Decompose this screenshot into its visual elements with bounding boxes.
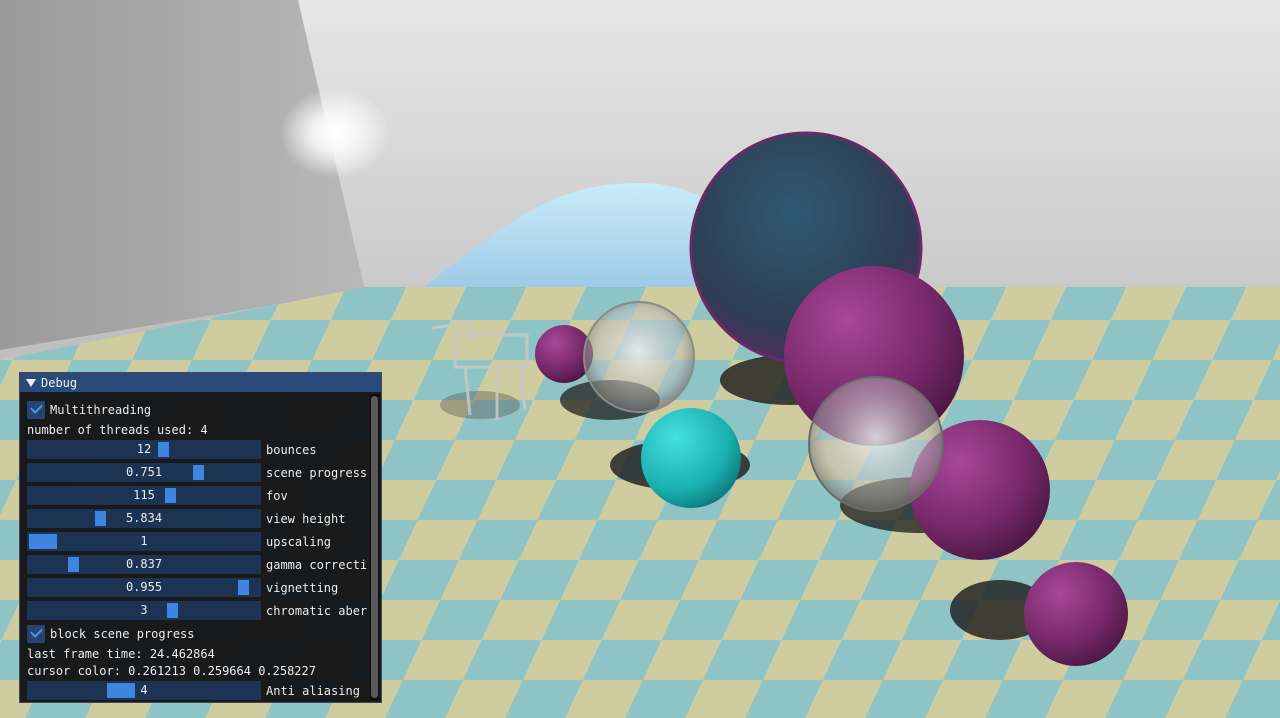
slider-value: 4 [140,683,148,697]
slider-row[interactable]: 0.751 scene progress [27,461,369,484]
anti-aliasing-row[interactable]: 4 Anti aliasing [27,679,369,702]
multithreading-checkbox-row[interactable]: Multithreading [27,398,369,421]
multithreading-label: Multithreading [50,402,152,417]
scrollbar-thumb[interactable] [371,396,378,698]
slider-7[interactable]: 3 [27,601,261,620]
slider-label: view height [266,511,346,526]
slider-row[interactable]: 0.837 gamma correcti [27,553,369,576]
slider-value: 5.834 [125,511,163,525]
slider-label: fov [266,488,288,503]
cursor-color-text: cursor color: 0.261213 0.259664 0.258227 [27,663,316,678]
slider-label: scene progress [266,465,368,480]
slider-row[interactable]: 5.834 view height [27,507,369,530]
block-scene-progress-label: block scene progress [50,626,195,641]
slider-row[interactable]: 1 upscaling [27,530,369,553]
slider-label: vignetting [266,580,339,595]
slider-4[interactable]: 1 [27,532,261,551]
glass-sphere-front [808,376,944,512]
glass-sphere-back [583,301,695,413]
slider-5[interactable]: 0.837 [27,555,261,574]
block-scene-progress-checkbox[interactable] [27,624,45,643]
debug-titlebar[interactable]: Debug [20,373,381,392]
slider-row[interactable]: 12 bounces [27,438,369,461]
slider-row[interactable]: 0.955 vignetting [27,576,369,599]
scrollbar[interactable] [370,394,379,700]
debug-title: Debug [41,375,78,390]
slider-label: upscaling [266,534,332,549]
slider-1[interactable]: 0.751 [27,463,261,482]
slider-value: 0.955 [125,580,163,594]
slider-0[interactable]: 12 [27,440,261,459]
purple-sphere-near [1024,562,1128,666]
checkmark-icon [29,401,43,414]
slider-label: bounces [266,442,317,457]
threads-used-text: number of threads used: 4 [27,422,208,437]
debug-window[interactable]: Debug Multithreading number of threads u… [19,372,382,703]
slider-row[interactable]: 115 fov [27,484,369,507]
slider-row[interactable]: 3 chromatic aber [27,599,369,622]
slider-2[interactable]: 115 [27,486,261,505]
slider-value: 12 [136,442,152,456]
slider-value: 0.751 [125,465,163,479]
slider-value: 115 [133,488,155,502]
teal-sphere [641,408,741,508]
anti-aliasing-label: Anti aliasing [266,683,360,698]
slider-label: gamma correcti [266,557,368,572]
slider-3[interactable]: 5.834 [27,509,261,528]
slider-label: chromatic aber [266,603,368,618]
slider-value: 1 [140,534,148,548]
slider-6[interactable]: 0.955 [27,578,261,597]
anti-aliasing-slider[interactable]: 4 [27,681,261,700]
collapse-arrow-icon[interactable] [26,378,36,387]
area-light [280,88,390,178]
checkmark-icon [29,625,43,638]
frame-time-text: last frame time: 24.462864 [27,646,215,661]
slider-value: 0.837 [125,557,163,571]
block-scene-progress-row[interactable]: block scene progress [27,622,369,645]
multithreading-checkbox[interactable] [27,400,45,419]
slider-value: 3 [140,603,148,617]
